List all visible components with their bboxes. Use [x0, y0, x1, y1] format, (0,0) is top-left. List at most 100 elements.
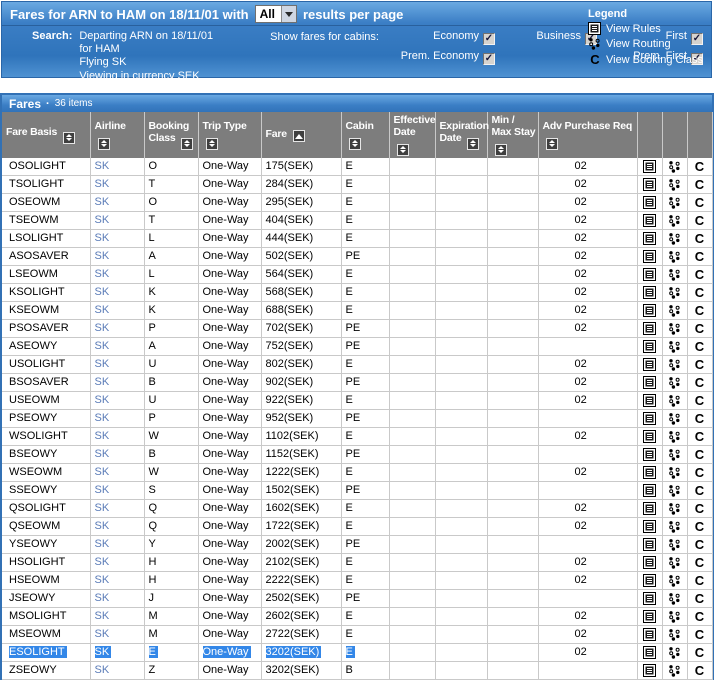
- view-booking-class-button[interactable]: C: [687, 445, 713, 464]
- view-booking-class-button[interactable]: C: [687, 481, 713, 500]
- view-rules-button[interactable]: [637, 265, 663, 284]
- view-routing-button[interactable]: [662, 463, 688, 482]
- view-booking-class-button[interactable]: C: [687, 661, 713, 680]
- view-rules-button[interactable]: [637, 535, 663, 554]
- sort-both-icon[interactable]: [181, 137, 194, 150]
- view-routing-button[interactable]: [662, 301, 688, 320]
- view-routing-button[interactable]: [662, 337, 688, 356]
- view-booking-class-button[interactable]: C: [687, 409, 713, 428]
- sort-asc-icon[interactable]: [292, 130, 305, 142]
- view-routing-button[interactable]: [662, 499, 688, 518]
- view-routing-button[interactable]: [662, 481, 688, 500]
- cell-airline[interactable]: SK: [90, 535, 145, 554]
- cell-airline[interactable]: SK: [90, 391, 145, 410]
- view-routing-button[interactable]: [662, 553, 688, 572]
- view-routing-button[interactable]: [662, 265, 688, 284]
- view-rules-button[interactable]: [637, 643, 663, 662]
- view-rules-button[interactable]: [637, 553, 663, 572]
- view-rules-button[interactable]: [637, 373, 663, 392]
- column-header-expiration-date[interactable]: Expiration Date: [435, 112, 489, 158]
- view-routing-button[interactable]: [662, 211, 688, 230]
- view-booking-class-button[interactable]: C: [687, 499, 713, 518]
- cell-airline[interactable]: SK: [90, 463, 145, 482]
- view-rules-button[interactable]: [637, 607, 663, 626]
- cell-airline[interactable]: SK: [90, 211, 145, 230]
- view-rules-button[interactable]: [637, 589, 663, 608]
- view-routing-button[interactable]: [662, 643, 688, 662]
- view-booking-class-button[interactable]: C: [687, 157, 713, 176]
- view-routing-button[interactable]: [662, 427, 688, 446]
- view-rules-button[interactable]: [637, 625, 663, 644]
- view-rules-button[interactable]: [637, 157, 663, 176]
- view-rules-button[interactable]: [637, 211, 663, 230]
- view-routing-button[interactable]: [662, 589, 688, 608]
- cell-airline[interactable]: SK: [90, 265, 145, 284]
- view-booking-class-button[interactable]: C: [687, 283, 713, 302]
- column-header-adv-purchase-req[interactable]: Adv Purchase Req: [538, 112, 638, 158]
- view-rules-button[interactable]: [637, 517, 663, 536]
- cell-airline[interactable]: SK: [90, 157, 145, 176]
- view-routing-button[interactable]: [662, 319, 688, 338]
- cell-airline[interactable]: SK: [90, 607, 145, 626]
- cell-airline[interactable]: SK: [90, 283, 145, 302]
- sort-both-icon[interactable]: [348, 137, 361, 150]
- view-rules-button[interactable]: [637, 391, 663, 410]
- sort-both-icon[interactable]: [467, 137, 480, 150]
- sort-both-icon[interactable]: [205, 137, 218, 150]
- column-header-fare[interactable]: Fare: [261, 112, 342, 158]
- cell-airline[interactable]: SK: [90, 571, 145, 590]
- view-booking-class-button[interactable]: C: [687, 553, 713, 572]
- view-booking-class-button[interactable]: C: [687, 535, 713, 554]
- column-header-trip-type[interactable]: Trip Type: [198, 112, 262, 158]
- view-rules-button[interactable]: [637, 301, 663, 320]
- view-routing-button[interactable]: [662, 283, 688, 302]
- cell-airline[interactable]: SK: [90, 589, 145, 608]
- view-rules-button[interactable]: [637, 661, 663, 680]
- view-booking-class-button[interactable]: C: [687, 589, 713, 608]
- view-routing-button[interactable]: [662, 535, 688, 554]
- view-booking-class-button[interactable]: C: [687, 301, 713, 320]
- view-rules-button[interactable]: [637, 409, 663, 428]
- view-rules-button[interactable]: [637, 319, 663, 338]
- view-routing-button[interactable]: [662, 157, 688, 176]
- cell-airline[interactable]: SK: [90, 319, 145, 338]
- view-routing-button[interactable]: [662, 373, 688, 392]
- cell-airline[interactable]: SK: [90, 247, 145, 266]
- view-rules-button[interactable]: [637, 463, 663, 482]
- view-routing-button[interactable]: [662, 607, 688, 626]
- column-header-min-max-stay[interactable]: Min / Max Stay: [487, 112, 539, 158]
- view-rules-button[interactable]: [637, 481, 663, 500]
- view-rules-button[interactable]: [637, 571, 663, 590]
- sort-both-icon[interactable]: [545, 137, 558, 150]
- view-booking-class-button[interactable]: C: [687, 607, 713, 626]
- sort-both-icon[interactable]: [494, 143, 507, 156]
- cell-airline[interactable]: SK: [90, 175, 145, 194]
- view-routing-button[interactable]: [662, 175, 688, 194]
- cell-airline[interactable]: SK: [90, 643, 145, 662]
- view-rules-button[interactable]: [637, 337, 663, 356]
- view-rules-button[interactable]: [637, 445, 663, 464]
- view-booking-class-button[interactable]: C: [687, 391, 713, 410]
- view-booking-class-button[interactable]: C: [687, 643, 713, 662]
- view-routing-button[interactable]: [662, 661, 688, 680]
- cell-airline[interactable]: SK: [90, 481, 145, 500]
- sort-both-icon[interactable]: [62, 131, 75, 144]
- view-routing-button[interactable]: [662, 517, 688, 536]
- cell-airline[interactable]: SK: [90, 355, 145, 374]
- view-rules-button[interactable]: [637, 499, 663, 518]
- cabin-checkbox-prem-economy[interactable]: ✓: [483, 53, 495, 65]
- view-routing-button[interactable]: [662, 247, 688, 266]
- view-routing-button[interactable]: [662, 409, 688, 428]
- view-booking-class-button[interactable]: C: [687, 319, 713, 338]
- sort-both-icon[interactable]: [396, 143, 409, 156]
- view-booking-class-button[interactable]: C: [687, 517, 713, 536]
- select-dropdown-arrow-icon[interactable]: [280, 6, 296, 22]
- view-rules-button[interactable]: [637, 229, 663, 248]
- column-header-fare-basis[interactable]: Fare Basis: [2, 112, 91, 158]
- view-routing-button[interactable]: [662, 571, 688, 590]
- column-header-airline[interactable]: Airline: [90, 112, 145, 158]
- cell-airline[interactable]: SK: [90, 553, 145, 572]
- sort-both-icon[interactable]: [97, 137, 110, 150]
- cell-airline[interactable]: SK: [90, 661, 145, 680]
- view-rules-button[interactable]: [637, 427, 663, 446]
